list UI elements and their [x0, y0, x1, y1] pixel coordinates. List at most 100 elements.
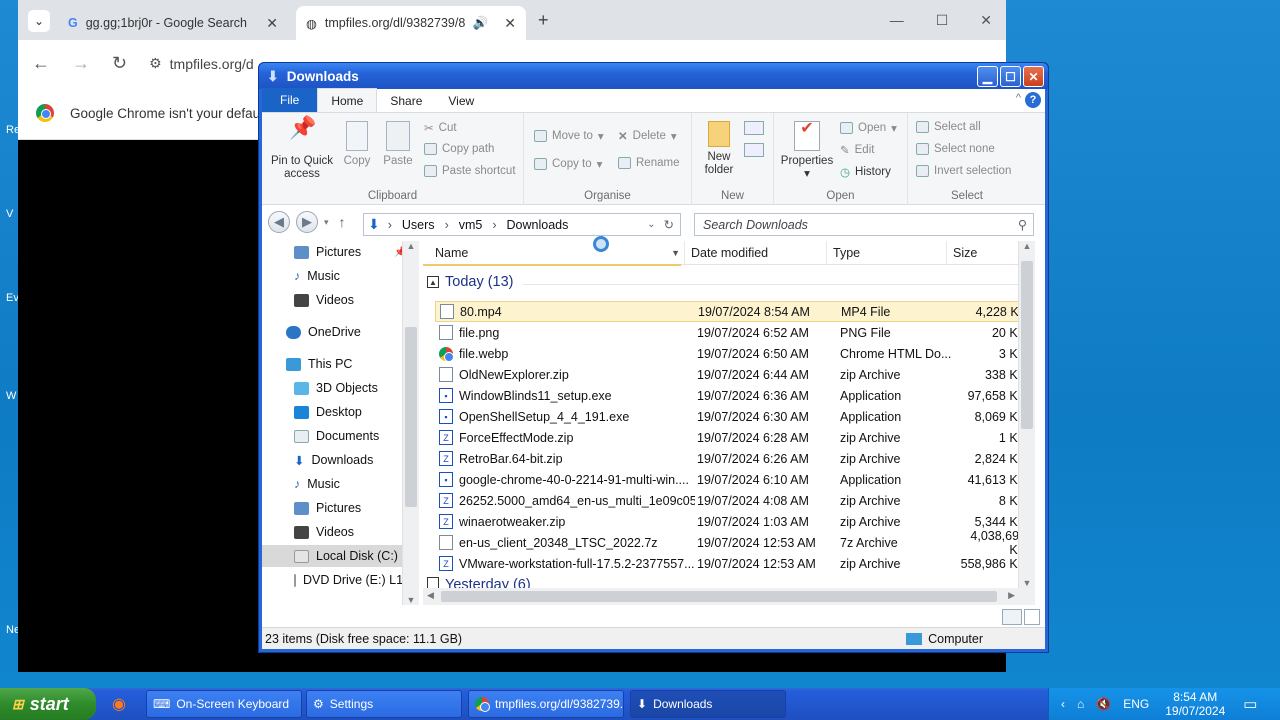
file-row[interactable]: ▪ google-chrome-40-0-2214-91-multi-win...…	[435, 469, 1030, 490]
audio-icon[interactable]: 🔊	[473, 16, 489, 31]
forward-button[interactable]: ▶	[296, 211, 318, 233]
scroll-up-icon[interactable]: ▲	[403, 241, 419, 257]
scroll-right-icon[interactable]: ▶	[1008, 590, 1015, 601]
scroll-up-icon[interactable]: ▲	[1019, 241, 1035, 257]
history-button[interactable]: ◷ History	[840, 165, 891, 179]
file-row[interactable]: ▪ OpenShellSetup_4_4_191.exe 19/07/2024 6:…	[435, 406, 1030, 427]
file-row[interactable]: OldNewExplorer.zip 19/07/2024 6:44 AM zip …	[435, 364, 1030, 385]
desktop-icon-label[interactable]: W	[6, 390, 16, 402]
horizontal-scrollbar[interactable]: ◀ ▶	[423, 588, 1035, 605]
new-folder-button[interactable]: New folder	[698, 121, 740, 177]
select-none-button[interactable]: Select none	[916, 143, 995, 155]
delete-button[interactable]: ✕ Delete ▾	[618, 129, 677, 143]
minimize-button[interactable]: —	[890, 12, 904, 29]
scroll-left-icon[interactable]: ◀	[427, 590, 434, 601]
scroll-thumb[interactable]	[405, 327, 417, 507]
tab-view[interactable]: View	[435, 90, 487, 112]
collapse-icon[interactable]	[427, 577, 439, 588]
group-header-today[interactable]: ▲ Today (13)	[427, 274, 514, 290]
details-view-icon[interactable]	[1002, 609, 1022, 625]
nav-item[interactable]: 3D Objects	[294, 377, 378, 399]
tab-share[interactable]: Share	[377, 90, 435, 112]
up-icon[interactable]: ↑	[339, 214, 346, 230]
file-row[interactable]: Z ForceEffectMode.zip 19/07/2024 6:28 AM zi…	[435, 427, 1030, 448]
large-icons-view-icon[interactable]	[1024, 609, 1040, 625]
copy-button[interactable]: Copy	[340, 121, 374, 168]
file-row[interactable]: 80.mp4 19/07/2024 8:54 AM MP4 File 4,228 KB	[435, 301, 1030, 322]
address-dropdown-icon[interactable]: ⌄	[647, 219, 655, 230]
file-row[interactable]: ▪ WindowBlinds11_setup.exe 19/07/2024 6:36…	[435, 385, 1030, 406]
nav-item[interactable]: Videos	[294, 521, 354, 543]
clock[interactable]: 8:54 AM 19/07/2024	[1165, 690, 1225, 718]
cut-button[interactable]: ✂ Cut	[424, 121, 457, 135]
search-input[interactable]: Search Downloads ⚲	[694, 213, 1034, 236]
move-to-button[interactable]: Move to ▾	[534, 129, 604, 143]
copy-to-button[interactable]: Copy to ▾	[534, 157, 602, 171]
file-row[interactable]: Zwinaerotweaker.zip 19/07/2024 1:03 AM zip…	[435, 511, 1030, 532]
omnibox[interactable]: tmpfiles.org/d	[170, 56, 254, 72]
breadcrumb-chevron-icon[interactable]: ›	[492, 218, 496, 232]
tab-search-icon[interactable]: ⌄	[28, 10, 50, 32]
close-button[interactable]: ✕	[980, 12, 992, 29]
back-button[interactable]: ◀	[268, 211, 290, 233]
forward-icon[interactable]: →	[72, 53, 90, 74]
nav-item[interactable]: Pictures	[294, 497, 361, 519]
show-hidden-icons-icon[interactable]: ‹	[1061, 697, 1065, 711]
collapse-icon[interactable]: ▲	[427, 276, 439, 288]
close-tab-icon[interactable]: ✕	[266, 15, 278, 32]
volume-muted-icon[interactable]: 🔇	[1096, 697, 1111, 711]
column-name[interactable]: Name ▼	[423, 241, 685, 264]
nav-item[interactable]: OneDrive	[286, 321, 361, 343]
select-all-button[interactable]: Select all	[916, 121, 981, 133]
copy-path-button[interactable]: Copy path	[424, 143, 494, 155]
start-button[interactable]: ⊞ start	[0, 688, 96, 720]
horizontal-scroll-thumb[interactable]	[441, 591, 997, 602]
file-row[interactable]: file.webp 19/07/2024 6:50 AM Chrome HTML D…	[435, 343, 1030, 364]
rename-button[interactable]: Rename	[618, 157, 679, 169]
scroll-thumb[interactable]	[1021, 261, 1033, 429]
refresh-icon[interactable]: ↻	[664, 217, 674, 232]
breadcrumb-downloads[interactable]: Downloads	[507, 218, 569, 232]
nav-item[interactable]: This PC	[286, 353, 352, 375]
new-item-icon[interactable]	[744, 121, 764, 135]
nav-item[interactable]: ⬇ Downloads	[294, 449, 373, 471]
maximize-button[interactable]: ☐	[936, 12, 949, 29]
maximize-button[interactable]: ☐	[1000, 66, 1021, 87]
back-icon[interactable]: ←	[32, 53, 50, 74]
tab-file[interactable]: File	[262, 88, 318, 112]
scroll-down-icon[interactable]: ▼	[403, 595, 419, 605]
taskbar-item-keyboard[interactable]: ⌨ On-Screen Keyboard	[146, 690, 302, 718]
taskbar-item-downloads[interactable]: ⬇ Downloads	[630, 690, 786, 718]
scroll-down-icon[interactable]: ▼	[1019, 578, 1035, 588]
browser-tab[interactable]: G gg.gg;1brj0r - Google Search ✕	[58, 6, 288, 40]
paste-shortcut-button[interactable]: Paste shortcut	[424, 165, 516, 177]
properties-button[interactable]: ✔ Properties ▾	[778, 121, 836, 181]
minimize-button[interactable]: ▁	[977, 66, 998, 87]
column-dropdown-icon[interactable]: ▼	[671, 248, 680, 258]
nav-item-selected[interactable]: Local Disk (C:)	[262, 545, 402, 567]
easy-access-icon[interactable]	[744, 143, 764, 157]
nav-scrollbar[interactable]: ▲ ▼	[402, 241, 419, 605]
file-row[interactable]: file.png 19/07/2024 6:52 AM PNG File 20 KB	[435, 322, 1030, 343]
tab-home[interactable]: Home	[317, 88, 378, 112]
close-tab-icon[interactable]: ✕	[504, 15, 516, 32]
file-row[interactable]: en-us_client_20348_LTSC_2022.7z 19/07/202…	[435, 529, 1030, 557]
invert-selection-button[interactable]: Invert selection	[916, 165, 1011, 177]
desktop-icon-label[interactable]: V	[6, 208, 13, 220]
file-list-scrollbar[interactable]: ▲ ▼	[1018, 241, 1035, 588]
open-button[interactable]: Open ▾	[840, 121, 897, 135]
file-row[interactable]: Z RetroBar.64-bit.zip 19/07/2024 6:26 AM zi…	[435, 448, 1030, 469]
nav-item[interactable]: ♪ Music	[294, 473, 340, 495]
address-bar[interactable]: ⬇ › Users › vm5 › Downloads ⌄ ↻	[363, 213, 681, 236]
column-date[interactable]: Date modified	[685, 241, 827, 264]
language-indicator[interactable]: ENG	[1123, 697, 1149, 711]
recent-locations-icon[interactable]: ▾	[324, 217, 329, 228]
desktop-icon-label[interactable]: Ev	[6, 292, 19, 304]
file-row[interactable]: Z VMware-workstation-full-17.5.2-2377557.…	[435, 553, 1030, 574]
pin-quick-access-button[interactable]: 📌 Pin to Quick access	[268, 117, 336, 181]
column-size[interactable]: Size	[947, 241, 1017, 264]
explorer-titlebar[interactable]: ⬇ Downloads ▁ ☐ ✕	[259, 63, 1048, 89]
paste-button[interactable]: Paste	[380, 121, 416, 168]
nav-item[interactable]: Pictures 📌	[294, 241, 407, 263]
nav-item[interactable]: Videos	[294, 289, 354, 311]
